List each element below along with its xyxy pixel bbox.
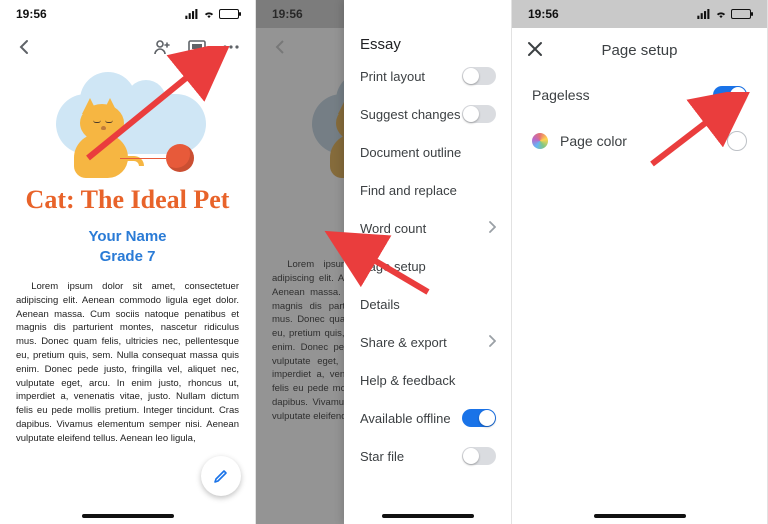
pencil-icon <box>212 467 230 485</box>
menu-item-label: Share & export <box>360 335 447 350</box>
author-grade: Grade 7 <box>16 247 239 267</box>
wifi-icon <box>714 9 728 19</box>
menu-title: Essay <box>344 28 512 57</box>
document-body-text: Lorem ipsum dolor sit amet, consectetuer… <box>16 280 239 445</box>
edit-fab[interactable] <box>201 456 241 496</box>
menu-item-document-outline[interactable]: Document outline <box>344 133 512 171</box>
author-name: Your Name <box>16 227 239 247</box>
pageless-toggle[interactable] <box>713 86 747 104</box>
phone-screen-page-setup: 19:56 Page setup Pageless Page color <box>512 0 768 524</box>
menu-item-share-export[interactable]: Share & export <box>344 323 512 361</box>
menu-item-find-and-replace[interactable]: Find and replace <box>344 171 512 209</box>
page-color-row[interactable]: Page color <box>512 118 767 164</box>
document-title: Cat: The Ideal Pet <box>16 184 239 215</box>
pageless-label: Pageless <box>532 87 590 103</box>
page-color-label: Page color <box>560 133 627 149</box>
status-bar: 19:56 <box>512 0 767 28</box>
menu-item-star-file[interactable]: Star file <box>344 437 512 475</box>
status-bar: 19:56 <box>0 0 255 28</box>
menu-item-help-feedback[interactable]: Help & feedback <box>344 361 512 399</box>
menu-item-label: Page setup <box>360 259 426 274</box>
menu-item-label: Star file <box>360 449 404 464</box>
menu-item-label: Find and replace <box>360 183 457 198</box>
editor-toolbar <box>0 28 255 66</box>
overflow-menu-panel: Essay Print layout Suggest changes Documen… <box>344 0 512 524</box>
home-indicator <box>0 512 255 524</box>
page-color-swatch[interactable] <box>727 131 747 151</box>
menu-item-details[interactable]: Details <box>344 285 512 323</box>
menu-item-label: Document outline <box>360 145 461 160</box>
menu-item-label: Details <box>360 297 400 312</box>
document-illustration <box>16 66 239 176</box>
menu-item-label: Suggest changes <box>360 107 460 122</box>
menu-item-toggle[interactable] <box>462 67 496 85</box>
status-time: 19:56 <box>528 7 559 21</box>
overflow-menu-icon[interactable] <box>221 37 241 57</box>
phone-screen-document: 19:56 <box>0 0 256 524</box>
status-time: 19:56 <box>16 7 47 21</box>
phone-screen-menu: 19:56 ··· Cat: Y Lorem ipsum dolor sit a… <box>256 0 512 524</box>
menu-item-toggle[interactable] <box>462 447 496 465</box>
close-button[interactable] <box>526 40 546 60</box>
wifi-icon <box>202 9 216 19</box>
menu-item-label: Available offline <box>360 411 451 426</box>
home-indicator <box>512 512 767 524</box>
palette-icon <box>532 133 548 149</box>
close-icon <box>526 40 544 58</box>
menu-item-label: Word count <box>360 221 426 236</box>
menu-item-toggle[interactable] <box>462 105 496 123</box>
signal-icon <box>185 9 199 19</box>
battery-icon <box>731 9 751 19</box>
signal-icon <box>697 9 711 19</box>
status-right <box>185 9 239 19</box>
battery-icon <box>219 9 239 19</box>
back-button[interactable] <box>14 37 34 57</box>
menu-item-page-setup[interactable]: Page setup <box>344 247 512 285</box>
page-setup-header: Page setup <box>512 28 767 72</box>
menu-item-label: Help & feedback <box>360 373 455 388</box>
chevron-right-icon <box>488 335 496 350</box>
home-indicator <box>344 512 512 524</box>
menu-item-print-layout[interactable]: Print layout <box>344 57 512 95</box>
pageless-row[interactable]: Pageless <box>512 72 767 118</box>
menu-item-available-offline[interactable]: Available offline <box>344 399 512 437</box>
chevron-right-icon <box>488 221 496 236</box>
menu-item-suggest-changes[interactable]: Suggest changes <box>344 95 512 133</box>
menu-item-toggle[interactable] <box>462 409 496 427</box>
share-people-icon[interactable] <box>153 37 173 57</box>
menu-item-label: Print layout <box>360 69 425 84</box>
menu-item-word-count[interactable]: Word count <box>344 209 512 247</box>
present-icon[interactable] <box>187 37 207 57</box>
page-setup-title: Page setup <box>602 42 678 59</box>
document-subtitle: Your Name Grade 7 <box>16 227 239 266</box>
document-canvas[interactable]: Cat: The Ideal Pet Your Name Grade 7 Lor… <box>0 66 255 512</box>
